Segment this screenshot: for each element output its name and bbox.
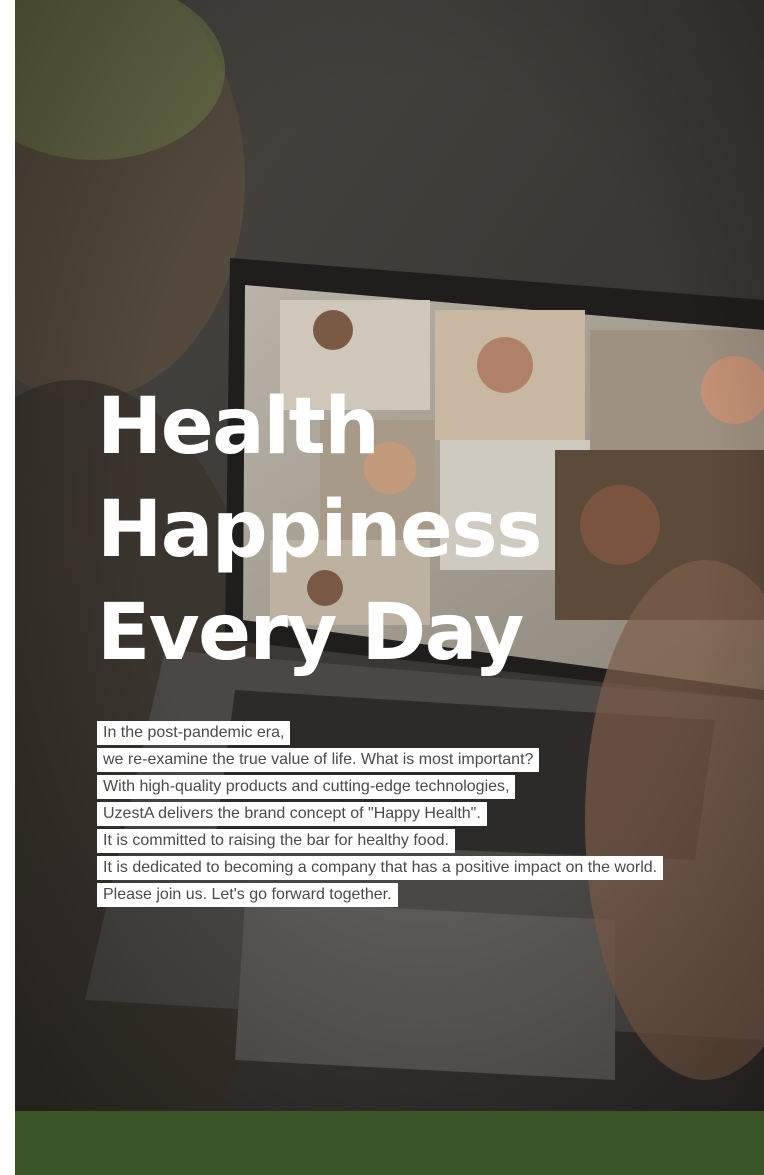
intro-line: Please join us. Let's go forward togethe… xyxy=(97,883,398,907)
headline-line-1: Health xyxy=(97,382,380,472)
intro-line: With high-quality products and cutting-e… xyxy=(97,775,516,799)
intro-line: we re-examine the true value of life. Wh… xyxy=(97,748,540,772)
headline-line-2: Happiness xyxy=(97,485,543,575)
intro-line: It is committed to raising the bar for h… xyxy=(97,829,455,853)
intro-text-block: In the post-pandemic era, we re-examine … xyxy=(97,721,737,910)
hero-headline: Health Happiness Every Day xyxy=(97,376,543,685)
intro-line: UzestA delivers the brand concept of "Ha… xyxy=(97,802,487,826)
page: Health Happiness Every Day In the post-p… xyxy=(0,0,764,1175)
footer-band xyxy=(15,1111,764,1175)
hero-section: Health Happiness Every Day In the post-p… xyxy=(15,0,764,1111)
intro-line: It is dedicated to becoming a company th… xyxy=(97,856,664,880)
headline-line-3: Every Day xyxy=(97,588,524,678)
intro-line: In the post-pandemic era, xyxy=(97,721,291,745)
